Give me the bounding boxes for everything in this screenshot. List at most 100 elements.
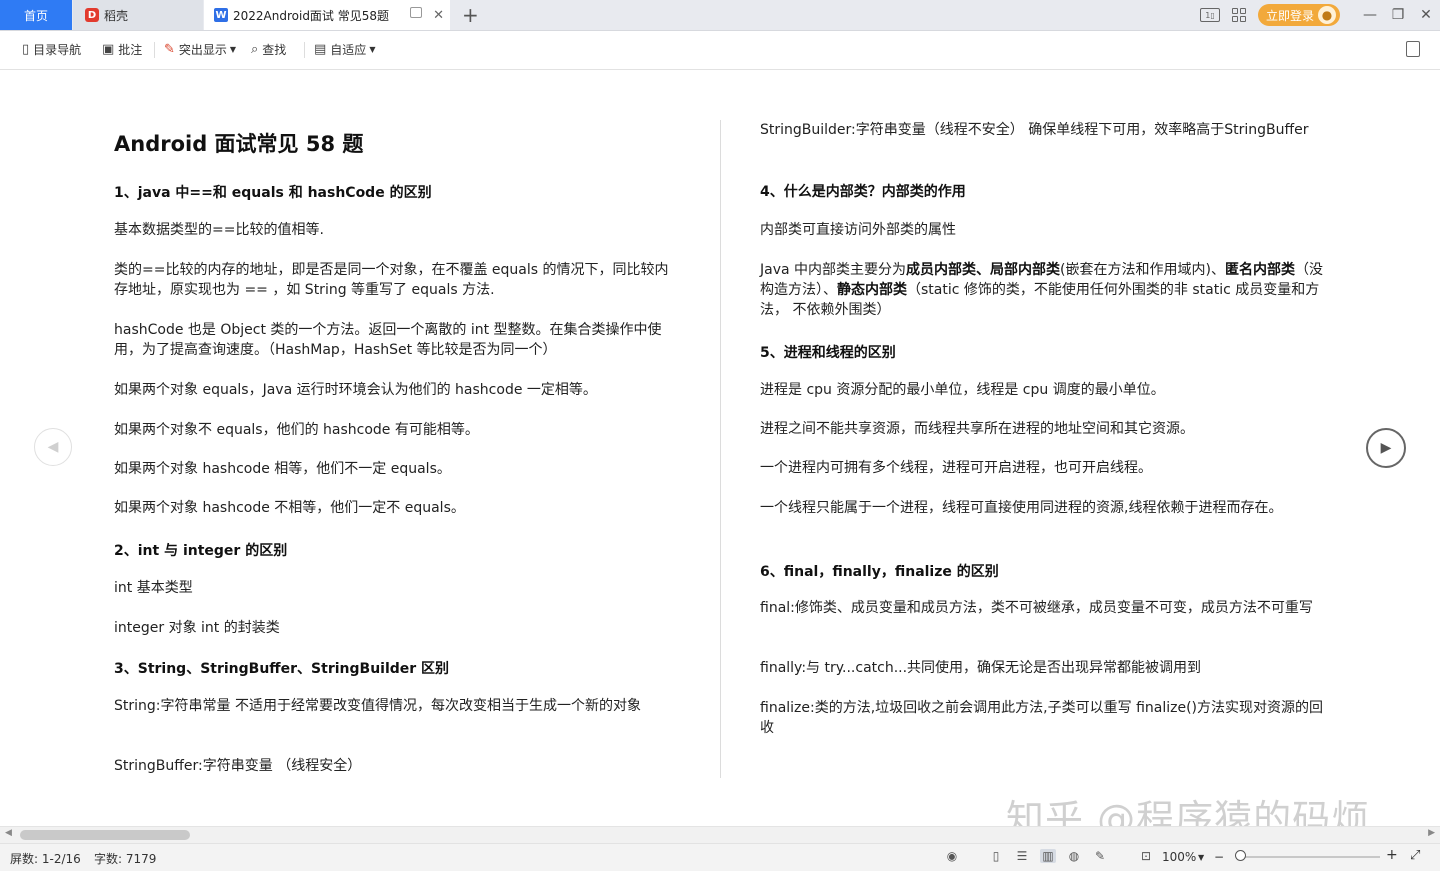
- page-divider: [720, 120, 721, 778]
- paragraph: 内部类可直接访问外部类的属性: [760, 222, 956, 238]
- toc-nav-button[interactable]: ▯ 目录导航: [22, 41, 81, 58]
- paragraph: 进程是 cpu 资源分配的最小单位，线程是 cpu 调度的最小单位。: [760, 382, 1165, 398]
- scrollbar-thumb[interactable]: [20, 830, 190, 840]
- paragraph: StringBuilder:字符串变量（线程不安全） 确保单线程下可用，效率略高…: [760, 122, 1309, 138]
- new-tab-icon[interactable]: +: [462, 3, 479, 27]
- close-tab-icon[interactable]: ✕: [433, 8, 444, 23]
- word-count: 字数: 7179: [94, 852, 157, 866]
- paragraph: 进程之间不能共享资源，而线程共享所在进程的地址空间和其它资源。: [760, 421, 1194, 437]
- annotate-button[interactable]: ▣ 批注: [102, 41, 142, 58]
- paragraph: 类的==比较的内存的地址，即是否是同一个对象，在不覆盖 equals 的情况下，…: [114, 262, 669, 298]
- tab-daoke[interactable]: D 稻壳: [73, 0, 203, 30]
- paragraph: 一个线程只能属于一个进程，线程可直接使用同进程的资源,线程依赖于进程而存在。: [760, 500, 1283, 516]
- section-heading: 3、String、StringBuffer、StringBuilder 区别: [114, 661, 450, 677]
- close-window-icon[interactable]: ✕: [1412, 7, 1440, 23]
- fit-window-icon[interactable]: ⊡: [1138, 849, 1154, 863]
- eye-protection-icon[interactable]: ◉: [944, 849, 960, 863]
- writer-doc-icon: W: [214, 8, 228, 22]
- reading-view-icon[interactable]: ▥: [1040, 849, 1056, 863]
- window-controls: 1▯ 立即登录 ● — ❐ ✕: [1199, 0, 1440, 30]
- page-count: 屏数: 1-2/16: [10, 852, 81, 866]
- reader-toolbar: ▯ 目录导航 ▣ 批注 ✎ 突出显示 ▼ ⌕ 查找 ▤ 自适应 ▼: [0, 31, 1440, 70]
- zoom-out-icon[interactable]: −: [1214, 850, 1224, 864]
- app-grid-icon[interactable]: [1231, 8, 1246, 22]
- search-icon: ⌕: [251, 42, 259, 57]
- paragraph: 一个进程内可拥有多个线程，进程可开启进程，也可开启线程。: [760, 460, 1152, 476]
- section-heading: 4、什么是内部类？内部类的作用: [760, 184, 966, 200]
- previous-page-button[interactable]: ◀: [34, 428, 72, 466]
- chevron-left-icon: ◀: [47, 439, 59, 455]
- pen-icon[interactable]: ✎: [1092, 849, 1108, 863]
- chevron-down-icon: ▼: [369, 45, 376, 54]
- paragraph: 如果两个对象不 equals，他们的 hashcode 有可能相等。: [114, 422, 479, 438]
- scroll-right-icon[interactable]: ▶: [1428, 828, 1435, 838]
- paragraph: StringBuffer:字符串变量 （线程安全）: [114, 758, 362, 774]
- minimize-icon[interactable]: —: [1356, 7, 1384, 23]
- annotate-icon: ▣: [102, 42, 115, 57]
- restore-icon[interactable]: ❐: [1384, 7, 1412, 23]
- highlight-label: 突出显示: [178, 43, 227, 57]
- tab-daoke-label: 稻壳: [104, 8, 129, 23]
- toc-nav-label: 目录导航: [33, 43, 82, 57]
- tab-home[interactable]: 首页: [0, 0, 72, 30]
- find-label: 查找: [262, 43, 287, 57]
- paragraph: 如果两个对象 hashcode 相等，他们不一定 equals。: [114, 461, 451, 477]
- zoom-level[interactable]: 100%: [1162, 850, 1196, 864]
- tab-bar: 首页 D 稻壳 W 2022Android面试 常见58题 ✕ + 1▯ 立即登…: [0, 0, 1440, 31]
- next-page-button[interactable]: ▶: [1366, 428, 1406, 468]
- user-avatar-icon: ●: [1318, 6, 1336, 24]
- paragraph: String:字符串常量 不适用于经常要改变值得情况，每次改变相当于生成一个新的…: [114, 698, 641, 714]
- zoom-slider[interactable]: [1240, 856, 1380, 858]
- paragraph: final:修饰类、成员变量和成员方法，类不可被继承，成员变量不可变，成员方法不…: [760, 600, 1313, 616]
- paragraph: int 基本类型: [114, 580, 193, 596]
- page-view-icon[interactable]: ▯: [988, 849, 1004, 863]
- horizontal-scrollbar[interactable]: ◀ ▶: [0, 826, 1440, 843]
- text-run: (嵌套在方法和作用域内)、: [1060, 262, 1225, 278]
- zoom-slider-handle[interactable]: [1235, 850, 1246, 861]
- paragraph: 如果两个对象 equals，Java 运行时环境会认为他们的 hashcode …: [114, 382, 597, 398]
- chevron-right-icon: ▶: [1380, 440, 1392, 456]
- fit-label: 自适应: [330, 43, 367, 57]
- pin-tab-icon[interactable]: [410, 7, 422, 18]
- bold-term: 局部内部类: [990, 262, 1061, 278]
- annotate-label: 批注: [118, 43, 143, 57]
- highlight-button[interactable]: ✎ 突出显示 ▼: [164, 41, 236, 58]
- fit-button[interactable]: ▤ 自适应 ▼: [314, 41, 375, 58]
- toolbar-divider: [154, 42, 155, 58]
- tab-home-label: 首页: [23, 8, 48, 23]
- chevron-down-icon: ▼: [229, 45, 237, 54]
- document-view: Android 面试常见 58 题 1、java 中==和 equals 和 h…: [0, 70, 1440, 841]
- exit-reading-mode-icon[interactable]: [1406, 41, 1420, 57]
- status-bar: 屏数: 1-2/16 字数: 7179 ◉ ▯ ☰ ▥ ◍ ✎ ⊡ 100% ▼…: [0, 843, 1440, 871]
- toolbar-divider: [304, 42, 305, 58]
- section-heading: 5、进程和线程的区别: [760, 345, 896, 361]
- web-view-icon[interactable]: ◍: [1066, 849, 1082, 863]
- login-label: 立即登录: [1265, 8, 1314, 23]
- scroll-left-icon[interactable]: ◀: [5, 828, 12, 838]
- paragraph: finally:与 try...catch...共同使用，确保无论是否出现异常都…: [760, 660, 1202, 676]
- find-button[interactable]: ⌕ 查找: [251, 41, 286, 58]
- paragraph: integer 对象 int 的封装类: [114, 620, 280, 636]
- login-button[interactable]: 立即登录 ●: [1257, 4, 1340, 26]
- highlighter-icon: ✎: [164, 42, 175, 57]
- zoom-in-icon[interactable]: +: [1386, 847, 1398, 863]
- section-heading: 2、int 与 integer 的区别: [114, 543, 288, 559]
- bold-term: 静态内部类: [837, 282, 907, 298]
- bold-term: 成员内部类: [906, 262, 977, 278]
- fit-page-icon: ▤: [314, 42, 327, 57]
- paragraph: hashCode 也是 Object 类的一个方法。返回一个离散的 int 型整…: [114, 322, 662, 358]
- chevron-down-icon[interactable]: ▼: [1198, 853, 1204, 862]
- tab-document-label: 2022Android面试 常见58题: [233, 8, 390, 23]
- text-run: Java 中内部类主要分为: [760, 262, 907, 278]
- paragraph: finalize:类的方法,垃圾回收之前会调用此方法,子类可以重写 finali…: [760, 700, 1324, 736]
- layout-toggle-icon[interactable]: 1▯: [1199, 8, 1220, 22]
- daoke-logo-icon: D: [85, 8, 99, 22]
- section-heading: 1、java 中==和 equals 和 hashCode 的区别: [114, 185, 432, 201]
- paragraph: Java 中内部类主要分为成员内部类、局部内部类(嵌套在方法和作用域内)、匿名内…: [760, 260, 1330, 320]
- section-heading: 6、final，finally，finalize 的区别: [760, 564, 999, 580]
- outline-view-icon[interactable]: ☰: [1014, 849, 1030, 863]
- fullscreen-icon[interactable]: ⤢: [1410, 848, 1420, 863]
- bold-term: 、: [976, 262, 991, 278]
- tab-document[interactable]: W 2022Android面试 常见58题 ✕: [204, 0, 450, 30]
- paragraph: 基本数据类型的==比较的值相等.: [114, 222, 324, 238]
